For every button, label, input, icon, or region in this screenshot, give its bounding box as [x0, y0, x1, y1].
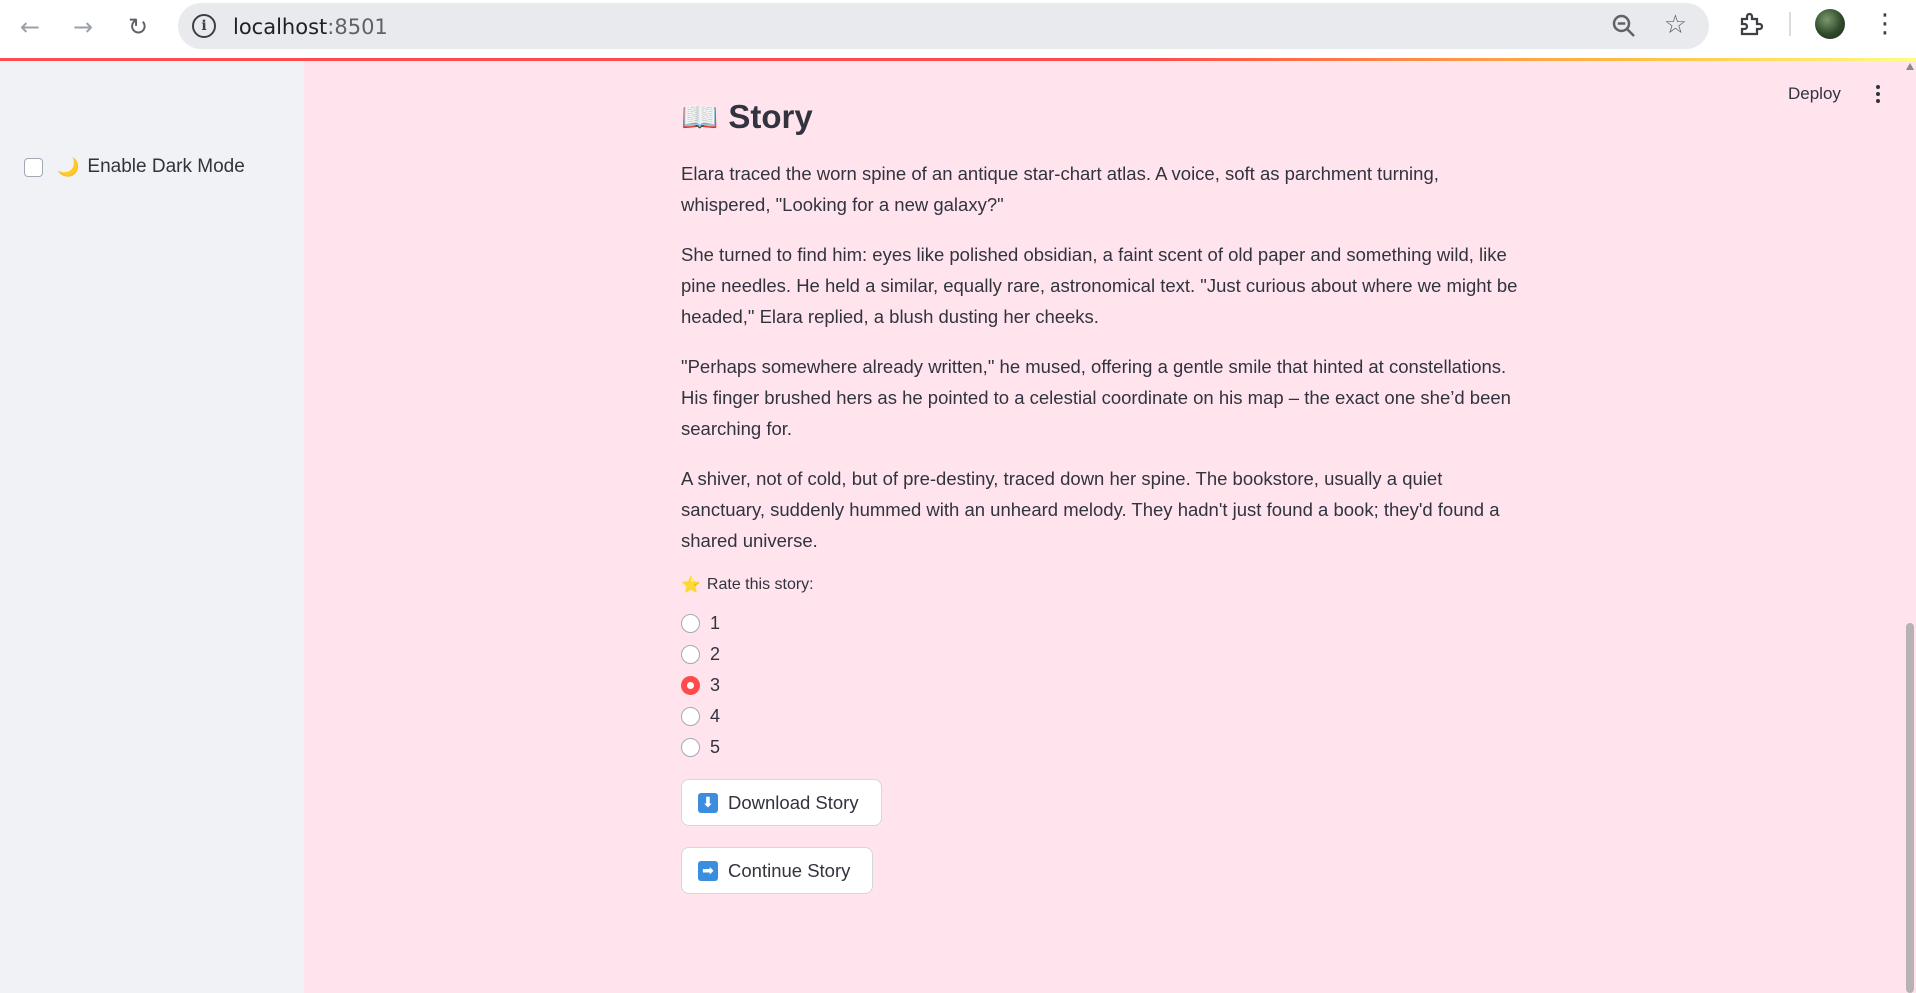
- story-paragraph: She turned to find him: eyes like polish…: [681, 244, 1518, 327]
- radio-button[interactable]: [681, 707, 700, 726]
- download-story-button[interactable]: ⬇ Download Story: [681, 779, 882, 826]
- reload-icon[interactable]: ↻: [123, 12, 153, 42]
- rating-option-4[interactable]: 4: [681, 701, 720, 732]
- right-arrow-icon: ➡: [698, 860, 718, 881]
- extensions-puzzle-icon[interactable]: [1737, 9, 1767, 39]
- radio-button[interactable]: [681, 614, 700, 633]
- story-paragraph: Elara traced the worn spine of an antiqu…: [681, 163, 1439, 215]
- dark-mode-checkbox[interactable]: 🌙 Enable Dark Mode: [24, 156, 245, 178]
- browser-menu-icon[interactable]: ⋮: [1870, 8, 1900, 40]
- page-title-text: Story: [728, 98, 813, 135]
- radio-label: 4: [710, 706, 721, 726]
- radio-label: 3: [710, 675, 721, 695]
- rating-option-5[interactable]: 5: [681, 732, 720, 763]
- story-paragraph: A shiver, not of cold, but of pre-destin…: [681, 468, 1500, 551]
- rating-radio-group: 1 2 3 4 5: [681, 608, 720, 763]
- page-scrollbar[interactable]: [1904, 61, 1916, 993]
- continue-story-label: Continue Story: [728, 859, 851, 881]
- url-host: localhost: [233, 15, 328, 39]
- sidebar: 🌙 Enable Dark Mode: [0, 61, 304, 993]
- address-bar[interactable]: i localhost:8501 ☆: [178, 3, 1709, 49]
- url-port: :8501: [327, 15, 388, 39]
- continue-story-button[interactable]: ➡ Continue Story: [681, 847, 874, 894]
- radio-label: 1: [710, 613, 721, 633]
- rating-option-3[interactable]: 3: [681, 670, 720, 701]
- rating-label: ⭐ Rate this story:: [681, 575, 814, 595]
- radio-label: 5: [710, 737, 721, 757]
- browser-chrome: ← → ↻ i localhost:8501 ☆ ⋮: [0, 0, 1916, 61]
- scroll-up-arrow-icon[interactable]: [1906, 63, 1914, 70]
- bookmark-star-icon[interactable]: ☆: [1664, 10, 1687, 40]
- checkbox-box[interactable]: [24, 157, 43, 177]
- toolbar-divider: [1789, 12, 1791, 36]
- forward-arrow-icon[interactable]: →: [68, 12, 98, 42]
- download-arrow-icon: ⬇: [698, 792, 718, 813]
- download-story-label: Download Story: [728, 791, 859, 813]
- url-text[interactable]: localhost:8501: [233, 15, 388, 39]
- zoom-icon[interactable]: [1609, 11, 1639, 41]
- rating-option-1[interactable]: 1: [681, 608, 720, 639]
- page-title: 📖 Story: [681, 98, 813, 136]
- story-text: Elara traced the worn spine of an antiqu…: [681, 158, 1521, 575]
- radio-button[interactable]: [681, 738, 700, 757]
- radio-label: 2: [710, 644, 721, 664]
- deploy-button[interactable]: Deploy: [1788, 84, 1841, 104]
- rating-label-text: Rate this story:: [706, 576, 814, 593]
- dark-mode-label: Enable Dark Mode: [87, 156, 245, 177]
- profile-avatar[interactable]: [1815, 9, 1845, 39]
- book-icon: 📖: [681, 100, 719, 134]
- rating-option-2[interactable]: 2: [681, 639, 720, 670]
- star-icon: ⭐: [681, 577, 701, 594]
- site-info-icon[interactable]: i: [192, 14, 216, 38]
- scrollbar-thumb[interactable]: [1906, 623, 1914, 993]
- radio-button-selected[interactable]: [681, 676, 700, 695]
- story-paragraph: "Perhaps somewhere already written," he …: [681, 356, 1511, 439]
- radio-button[interactable]: [681, 645, 700, 664]
- main-menu-icon[interactable]: [1870, 82, 1886, 106]
- moon-icon: 🌙: [57, 156, 80, 177]
- back-arrow-icon[interactable]: ←: [15, 12, 45, 42]
